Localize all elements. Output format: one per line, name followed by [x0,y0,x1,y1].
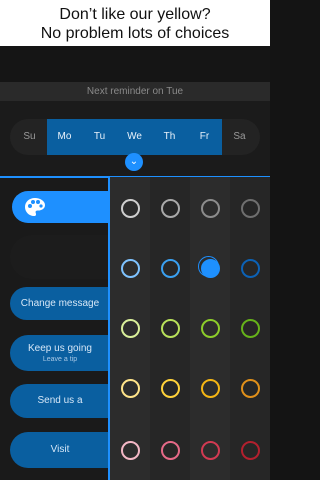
day-toggle-su[interactable]: Su [12,119,47,155]
blank-setting-row [10,235,110,279]
visit-label: Visit [50,444,70,455]
color-picker-panel [108,177,270,480]
color-swatch-3-2[interactable] [161,319,180,338]
day-toggle-th[interactable]: Th [152,119,187,155]
day-toggle-we[interactable]: We [117,119,152,155]
color-swatch-2-1[interactable] [121,259,140,278]
color-swatch-3-1[interactable] [121,319,140,338]
color-swatch-4-1[interactable] [121,379,140,398]
palette-icon [25,198,45,216]
promo-line-1: Don’t like our yellow? [59,6,211,23]
color-swatch-2-2[interactable] [161,259,180,278]
color-swatch-2-3[interactable] [198,256,220,278]
color-swatch-4-2[interactable] [161,379,180,398]
color-swatch-5-2[interactable] [161,441,180,460]
color-palette-button[interactable] [12,191,118,223]
color-swatch-5-4[interactable] [241,441,260,460]
color-swatch-1-2[interactable] [161,199,180,218]
color-swatch-1-3[interactable] [201,199,220,218]
promo-banner: Don’t like our yellow? No problem lots o… [0,0,270,46]
visit-button[interactable]: Visit [10,432,110,468]
color-swatch-4-3[interactable] [201,379,220,398]
color-swatch-3-4[interactable] [241,319,260,338]
color-swatch-5-1[interactable] [121,441,140,460]
keep-us-going-button[interactable]: Keep us going Leave a tip [10,335,110,371]
send-us-label: Send us a [37,395,83,406]
color-swatch-4-4[interactable] [241,379,260,398]
day-toggle-mo[interactable]: Mo [47,119,82,155]
promo-line-2: No problem lots of choices [40,25,230,42]
color-swatch-1-4[interactable] [241,199,260,218]
color-swatch-3-3[interactable] [201,319,220,338]
day-toggle-tu[interactable]: Tu [82,119,117,155]
next-reminder-label: Next reminder on Tue [0,82,270,101]
change-message-label: Change message [20,298,100,309]
day-toggle-fr[interactable]: Fr [187,119,222,155]
send-us-button[interactable]: Send us a [10,384,110,418]
change-message-button[interactable]: Change message [10,287,110,320]
leave-tip-label: Leave a tip [42,356,78,363]
day-toggle-sa[interactable]: Sa [222,119,257,155]
color-swatch-2-4[interactable] [241,259,260,278]
color-swatch-1-1[interactable] [121,199,140,218]
top-bar [0,46,270,82]
color-swatch-5-3[interactable] [201,441,220,460]
keep-us-going-label: Keep us going [28,343,92,354]
chevron-down-icon[interactable]: ⌄ [125,153,143,171]
